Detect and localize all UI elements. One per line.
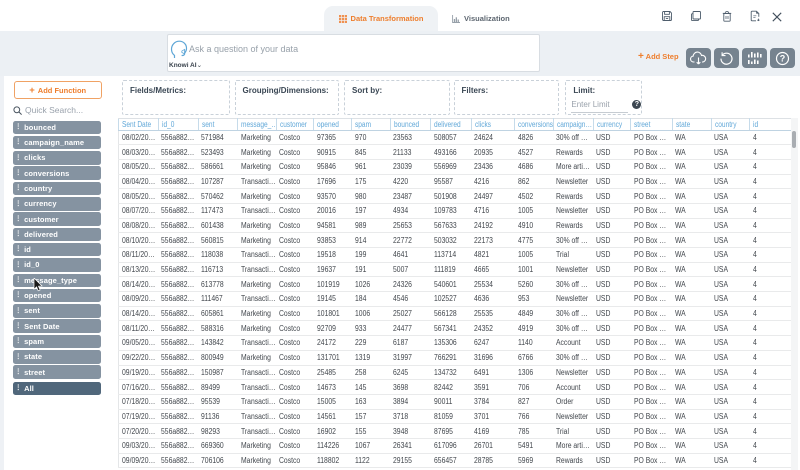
svg-text:?: ? xyxy=(780,53,786,63)
